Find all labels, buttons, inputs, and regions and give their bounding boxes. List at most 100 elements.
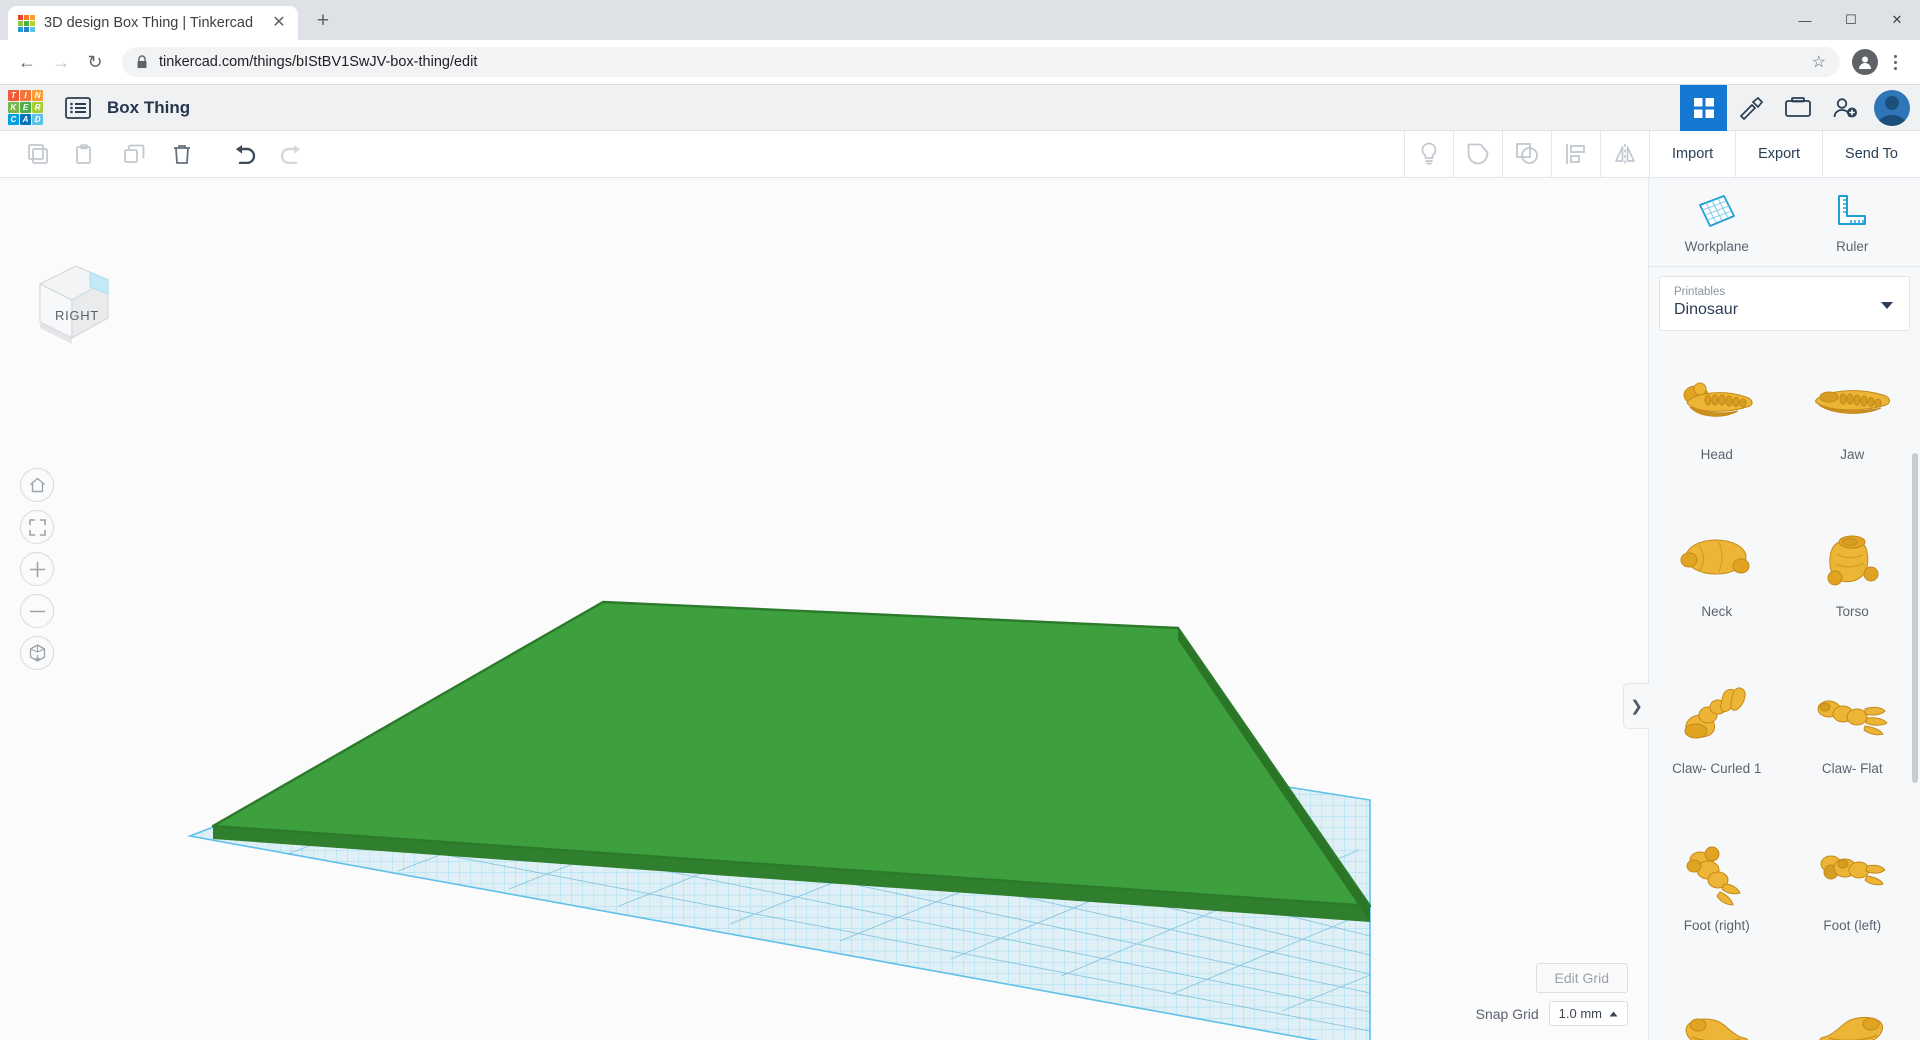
lock-icon: [136, 55, 148, 69]
paste-button[interactable]: [62, 131, 110, 177]
shape-item[interactable]: Head: [1649, 349, 1785, 502]
shape-category-select[interactable]: Printables Dinosaur: [1659, 276, 1910, 331]
shape-item[interactable]: Claw- Flat: [1785, 663, 1920, 816]
add-person-icon[interactable]: [1821, 85, 1868, 131]
tools-icon[interactable]: [1727, 85, 1774, 131]
view-controls: [20, 468, 54, 670]
zoom-out-button[interactable]: [20, 594, 54, 628]
tinkercad-logo[interactable]: TINKERCAD: [4, 86, 47, 129]
shape-item[interactable]: Jaw: [1785, 349, 1920, 502]
browser-tab-strip: 3D design Box Thing | Tinkercad ✕ + — ☐ …: [0, 0, 1920, 40]
light-bulb-icon[interactable]: [1404, 131, 1453, 177]
shape-item-label: Head: [1700, 447, 1733, 462]
collapse-panel-button[interactable]: ❯: [1623, 683, 1649, 729]
shape-item-label: Jaw: [1840, 447, 1865, 462]
header-actions: [1680, 84, 1920, 131]
claw-flat-thumbnail-icon: [1806, 673, 1898, 759]
new-tab-button[interactable]: +: [306, 4, 340, 38]
perspective-toggle-button[interactable]: [20, 636, 54, 670]
shape-item[interactable]: Torso: [1785, 506, 1920, 659]
edit-toolbar: Import Export Send To: [0, 131, 1920, 178]
workplane-icon: [1698, 195, 1735, 227]
shape-item[interactable]: Shoe (left): [1785, 977, 1920, 1040]
shape-icon[interactable]: [1453, 131, 1502, 177]
duplicate-button[interactable]: [110, 131, 158, 177]
browser-toolbar: ← → ↻ tinkercad.com/things/bIStBV1SwJV-b…: [0, 40, 1920, 85]
shape-item[interactable]: Foot (right): [1649, 820, 1785, 973]
panel-scrollbar[interactable]: [1912, 453, 1918, 783]
foot-right-thumbnail-icon: [1671, 830, 1763, 916]
delete-button[interactable]: [158, 131, 206, 177]
shape-category-value: Dinosaur: [1674, 301, 1739, 318]
shape-item-label: Torso: [1835, 604, 1869, 619]
home-view-button[interactable]: [20, 468, 54, 502]
svg-text:RIGHT: RIGHT: [55, 308, 99, 323]
send-to-button[interactable]: Send To: [1822, 131, 1920, 177]
shape-item-label: Claw- Curled 1: [1672, 761, 1762, 776]
tinkercad-app: TINKERCAD Box Thing Import Export Send T…: [0, 84, 1920, 1040]
grid-controls: Edit Grid Snap Grid 1.0 mm: [1476, 963, 1628, 1026]
shoe-right-thumbnail-icon: [1671, 987, 1763, 1040]
close-tab-icon[interactable]: ✕: [270, 14, 288, 32]
address-bar[interactable]: tinkercad.com/things/bIStBV1SwJV-box-thi…: [122, 47, 1840, 77]
shape-item[interactable]: Neck: [1649, 506, 1785, 659]
workplane-tool[interactable]: Workplane: [1649, 178, 1785, 266]
ruler-tool[interactable]: Ruler: [1785, 178, 1920, 266]
shape-item[interactable]: Foot (left): [1785, 820, 1920, 973]
claw-curled-thumbnail-icon: [1671, 673, 1763, 759]
snap-grid-value: 1.0 mm: [1558, 1006, 1602, 1021]
ruler-icon: [1838, 195, 1867, 225]
head-thumbnail-icon: [1671, 359, 1763, 445]
shape-item-label: Foot (left): [1823, 918, 1882, 933]
align-icon[interactable]: [1551, 131, 1600, 177]
export-button[interactable]: Export: [1735, 131, 1822, 177]
browser-tab-title: 3D design Box Thing | Tinkercad: [44, 15, 254, 31]
zoom-in-button[interactable]: [20, 552, 54, 586]
ruler-tool-label: Ruler: [1836, 239, 1869, 254]
group-icon[interactable]: [1502, 131, 1551, 177]
shape-item[interactable]: Shoe (right): [1649, 977, 1785, 1040]
window-controls: — ☐ ✕: [1782, 0, 1920, 40]
import-button[interactable]: Import: [1649, 131, 1735, 177]
profile-avatar-icon[interactable]: [1852, 49, 1878, 75]
undo-button[interactable]: [220, 131, 268, 177]
browser-menu-icon[interactable]: [1882, 47, 1908, 77]
forward-icon[interactable]: →: [46, 47, 76, 77]
back-icon[interactable]: ←: [12, 47, 42, 77]
shapes-panel: ❯ Workplane Ruler Printables Dinosaur He…: [1623, 178, 1920, 1040]
shape-item[interactable]: Claw- Curled 1: [1649, 663, 1785, 816]
fit-view-button[interactable]: [20, 510, 54, 544]
shape-library-grid[interactable]: Head Jaw Neck Torso Claw- Curled 1 Claw- Flat…: [1649, 349, 1920, 1040]
snap-grid-select[interactable]: 1.0 mm: [1548, 1001, 1628, 1026]
workplane-tool-label: Workplane: [1684, 239, 1749, 254]
bookmark-star-icon[interactable]: ☆: [1812, 52, 1826, 72]
minimize-window-button[interactable]: —: [1782, 0, 1828, 40]
copy-button[interactable]: [14, 131, 62, 177]
toolbar-right-group: Import Export Send To: [1404, 131, 1920, 177]
mirror-icon[interactable]: [1600, 131, 1649, 177]
tinkercad-favicon-icon: [18, 14, 35, 32]
redo-button[interactable]: [268, 131, 316, 177]
user-avatar[interactable]: [1874, 89, 1910, 126]
project-title[interactable]: Box Thing: [107, 98, 190, 118]
neck-thumbnail-icon: [1671, 516, 1763, 602]
green-plane-object: [211, 600, 1372, 922]
panel-tools: Workplane Ruler: [1649, 178, 1920, 267]
app-header: TINKERCAD Box Thing: [0, 84, 1920, 131]
edit-grid-button[interactable]: Edit Grid: [1535, 963, 1628, 993]
browser-tab[interactable]: 3D design Box Thing | Tinkercad ✕: [8, 6, 298, 40]
view-cube[interactable]: RIGHT: [28, 258, 112, 349]
torso-thumbnail-icon: [1806, 516, 1898, 602]
design-canvas[interactable]: RIGHT Edit Grid Snap Grid 1.0 mm: [0, 178, 1648, 1040]
maximize-window-button[interactable]: ☐: [1828, 0, 1874, 40]
close-window-button[interactable]: ✕: [1874, 0, 1920, 40]
snap-grid-label: Snap Grid: [1475, 1005, 1539, 1022]
project-list-icon[interactable]: [65, 96, 91, 120]
shape-item-label: Foot (right): [1683, 918, 1750, 933]
shoe-left-thumbnail-icon: [1806, 987, 1898, 1040]
reload-icon[interactable]: ↻: [80, 47, 110, 77]
jaw-thumbnail-icon: [1806, 359, 1898, 445]
grid-view-icon[interactable]: [1680, 84, 1727, 131]
gallery-icon[interactable]: [1774, 85, 1821, 131]
shape-item-label: Claw- Flat: [1821, 761, 1883, 776]
